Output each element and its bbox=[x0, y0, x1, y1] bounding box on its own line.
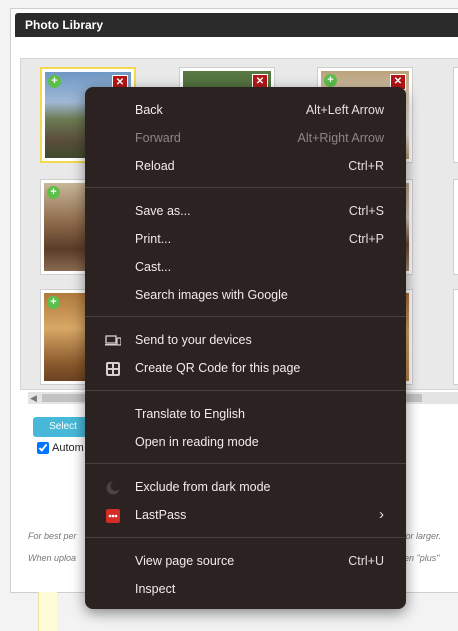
auto-checkbox[interactable] bbox=[37, 442, 49, 455]
menu-item-translate[interactable]: Translate to English bbox=[85, 403, 406, 425]
context-menu: Back Alt+Left Arrow Forward Alt+Right Ar… bbox=[85, 87, 406, 609]
menu-item-shortcut: Ctrl+R bbox=[348, 159, 384, 173]
menu-item-lastpass[interactable]: LastPass › bbox=[85, 504, 406, 526]
menu-item-label: LastPass bbox=[135, 508, 187, 522]
menu-item-shortcut: Ctrl+P bbox=[348, 232, 384, 246]
photo-thumbnail[interactable] bbox=[453, 67, 458, 163]
panel-title: Photo Library bbox=[15, 13, 458, 37]
menu-item-shortcut: Ctrl+U bbox=[348, 554, 384, 568]
menu-item-shortcut: Alt+Right Arrow bbox=[297, 131, 385, 145]
menu-separator bbox=[85, 463, 406, 464]
menu-item-label: Exclude from dark mode bbox=[135, 480, 271, 494]
menu-item-search-images[interactable]: Search images with Google bbox=[85, 284, 406, 306]
moon-icon bbox=[105, 480, 121, 495]
menu-item-send-to-devices[interactable]: Send to your devices bbox=[85, 329, 406, 351]
menu-separator bbox=[85, 390, 406, 391]
auto-label: Autom bbox=[52, 442, 84, 454]
menu-item-label: Translate to English bbox=[135, 407, 246, 421]
hint-text: When uploa bbox=[28, 553, 77, 563]
select-button[interactable]: Select bbox=[33, 417, 93, 437]
photo-thumbnail[interactable] bbox=[453, 179, 458, 275]
menu-item-back[interactable]: Back Alt+Left Arrow bbox=[85, 99, 406, 121]
highlight-strip bbox=[38, 592, 57, 631]
scroll-left-icon[interactable]: ◀ bbox=[30, 392, 37, 404]
menu-item-shortcut: Alt+Left Arrow bbox=[305, 103, 384, 117]
menu-item-label: Save as... bbox=[135, 204, 191, 218]
menu-item-shortcut: Ctrl+S bbox=[348, 204, 384, 218]
menu-item-print[interactable]: Print... Ctrl+P bbox=[85, 228, 406, 250]
menu-item-label: Open in reading mode bbox=[135, 435, 259, 449]
menu-separator bbox=[85, 316, 406, 317]
chevron-right-icon: › bbox=[379, 506, 384, 523]
auto-checkbox-row[interactable]: Autom bbox=[37, 441, 84, 455]
menu-item-exclude-dark-mode[interactable]: Exclude from dark mode bbox=[85, 476, 406, 498]
menu-item-cast[interactable]: Cast... bbox=[85, 256, 406, 278]
menu-item-label: Forward bbox=[135, 131, 181, 145]
menu-item-label: Send to your devices bbox=[135, 333, 252, 347]
menu-item-view-source[interactable]: View page source Ctrl+U bbox=[85, 550, 406, 572]
add-icon[interactable]: + bbox=[47, 296, 60, 309]
menu-item-label: Inspect bbox=[135, 582, 176, 596]
menu-item-label: Create QR Code for this page bbox=[135, 361, 301, 375]
menu-separator bbox=[85, 537, 406, 538]
lastpass-icon bbox=[105, 508, 121, 523]
menu-item-label: Reload bbox=[135, 159, 175, 173]
add-icon[interactable]: + bbox=[324, 74, 337, 87]
photo-thumbnail[interactable] bbox=[453, 289, 458, 385]
menu-item-forward[interactable]: Forward Alt+Right Arrow bbox=[85, 127, 406, 149]
menu-item-label: Search images with Google bbox=[135, 288, 288, 302]
add-icon[interactable]: + bbox=[48, 75, 61, 88]
menu-item-label: View page source bbox=[135, 554, 235, 568]
menu-item-save-as[interactable]: Save as... Ctrl+S bbox=[85, 200, 406, 222]
menu-item-label: Print... bbox=[135, 232, 172, 246]
menu-item-inspect[interactable]: Inspect bbox=[85, 578, 406, 600]
menu-item-label: Cast... bbox=[135, 260, 172, 274]
qr-code-icon bbox=[105, 361, 121, 376]
add-icon[interactable]: + bbox=[47, 186, 60, 199]
menu-item-label: Back bbox=[135, 103, 163, 117]
menu-item-reload[interactable]: Reload Ctrl+R bbox=[85, 155, 406, 177]
devices-icon bbox=[105, 333, 122, 347]
menu-item-create-qr[interactable]: Create QR Code for this page bbox=[85, 357, 406, 379]
menu-item-reading-mode[interactable]: Open in reading mode bbox=[85, 431, 406, 453]
menu-separator bbox=[85, 187, 406, 188]
hint-text: For best per bbox=[28, 531, 77, 541]
